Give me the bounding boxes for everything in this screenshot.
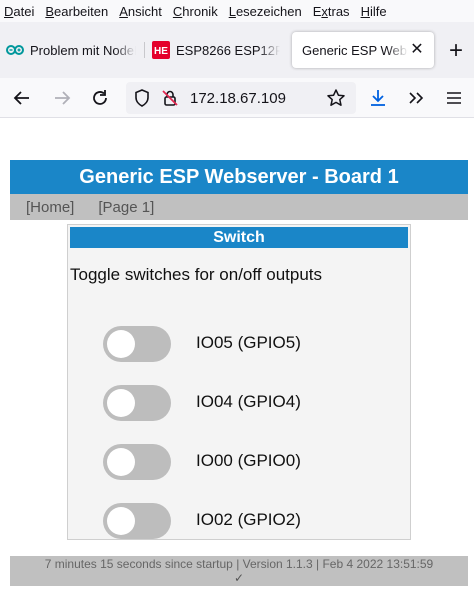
toggle-switch-io05[interactable] <box>103 326 171 362</box>
tab-divider <box>144 42 145 58</box>
home-link[interactable]: [Home] <box>26 199 74 216</box>
menu-item-bearbeiten[interactable]: Bearbeiten <box>45 4 108 19</box>
tab-problem-mit-nodemcu[interactable]: Problem mit NodeMCU <box>6 32 136 68</box>
new-tab-button[interactable]: + <box>444 39 468 64</box>
tab-generic-esp-webserver[interactable]: Generic ESP Webserver ✕ <box>292 32 434 68</box>
switch-row-io02: IO02 (GPIO2) <box>103 503 403 539</box>
menu-label: hronik <box>182 3 218 19</box>
tab-strip: Problem mit NodeMCU HE ESP8266 ESP12F Re… <box>0 22 474 78</box>
switch-row-io05: IO05 (GPIO5) <box>103 326 403 362</box>
toggle-knob <box>107 448 135 476</box>
svg-text:HE: HE <box>154 46 168 57</box>
page1-link[interactable]: [Page 1] <box>98 199 154 216</box>
tab-title: Problem mit NodeMCU <box>30 42 136 58</box>
app-menu-button[interactable] <box>440 84 468 112</box>
menu-item-chronik[interactable]: Chronik <box>173 4 218 19</box>
switch-label: IO05 (GPIO5) <box>196 333 301 352</box>
forward-arrow-icon <box>55 91 71 105</box>
tab-title: ESP8266 ESP12F Relais <box>176 42 280 58</box>
status-footer: 7 minutes 15 seconds since startup | Ver… <box>10 556 468 586</box>
menu-bar: Datei Bearbeiten Ansicht Chronik Lesezei… <box>0 0 474 22</box>
page-content: Generic ESP Webserver - Board 1 [Home] [… <box>0 118 474 594</box>
toggle-knob <box>107 389 135 417</box>
close-icon[interactable]: ✕ <box>408 41 426 59</box>
tab-esp8266-esp12f[interactable]: HE ESP8266 ESP12F Relais <box>152 32 280 68</box>
menu-item-lesezeichen[interactable]: Lesezeichen <box>229 4 302 19</box>
url-text: 172.18.67.109 <box>190 90 286 107</box>
forward-button[interactable] <box>48 84 76 112</box>
footer-status-text: 7 minutes 15 seconds since startup | Ver… <box>44 557 434 571</box>
switch-panel: Switch Toggle switches for on/off output… <box>67 224 411 540</box>
switch-label: IO04 (GPIO4) <box>196 392 301 411</box>
switch-label: IO02 (GPIO2) <box>196 510 301 529</box>
toggle-knob <box>107 330 135 358</box>
star-icon <box>327 89 345 106</box>
toggle-switch-io04[interactable] <box>103 385 171 421</box>
panel-description: Toggle switches for on/off outputs <box>70 265 323 284</box>
overflow-menu-button[interactable] <box>402 84 430 112</box>
arduino-icon <box>6 41 24 59</box>
menu-label: atei <box>13 3 35 19</box>
toggle-knob <box>107 507 135 535</box>
menu-item-hilfe[interactable]: Hilfe <box>361 4 387 19</box>
switch-row-io04: IO04 (GPIO4) <box>103 385 403 421</box>
checkmark-icon: ✓ <box>233 571 245 585</box>
switch-label: IO00 (GPIO0) <box>196 451 301 470</box>
tab-title: Generic ESP Webserver <box>302 42 408 58</box>
chevrons-right-icon <box>409 92 424 104</box>
menu-label: earbeiten <box>54 3 109 19</box>
download-icon <box>371 90 385 106</box>
menu-item-ansicht[interactable]: Ansicht <box>119 4 162 19</box>
menu-label: esezeichen <box>235 3 302 19</box>
menu-label: nsicht <box>127 3 162 19</box>
back-button[interactable] <box>8 84 36 112</box>
toggle-switch-io02[interactable] <box>103 503 171 539</box>
reload-icon <box>93 90 107 105</box>
menu-label: tras <box>327 3 350 19</box>
menu-item-datei[interactable]: Datei <box>4 4 34 19</box>
hamburger-icon <box>447 92 461 104</box>
site-logo-icon: HE <box>152 41 170 59</box>
panel-title: Switch <box>70 227 408 248</box>
switch-row-io00: IO00 (GPIO0) <box>103 444 403 480</box>
navigation-toolbar: 172.18.67.109 <box>0 78 474 118</box>
page-title: Generic ESP Webserver - Board 1 <box>10 160 468 194</box>
menu-label: ilfe <box>369 3 387 19</box>
menu-item-extras[interactable]: Extras <box>313 4 350 19</box>
reload-button[interactable] <box>86 84 114 112</box>
downloads-button[interactable] <box>364 84 392 112</box>
page-nav: [Home] [Page 1] <box>10 194 468 220</box>
bookmark-star-button[interactable] <box>322 84 350 112</box>
insecure-lock-icon[interactable] <box>160 88 180 108</box>
toggle-switch-io00[interactable] <box>103 444 171 480</box>
shield-icon[interactable] <box>132 88 152 108</box>
back-arrow-icon <box>13 91 29 105</box>
